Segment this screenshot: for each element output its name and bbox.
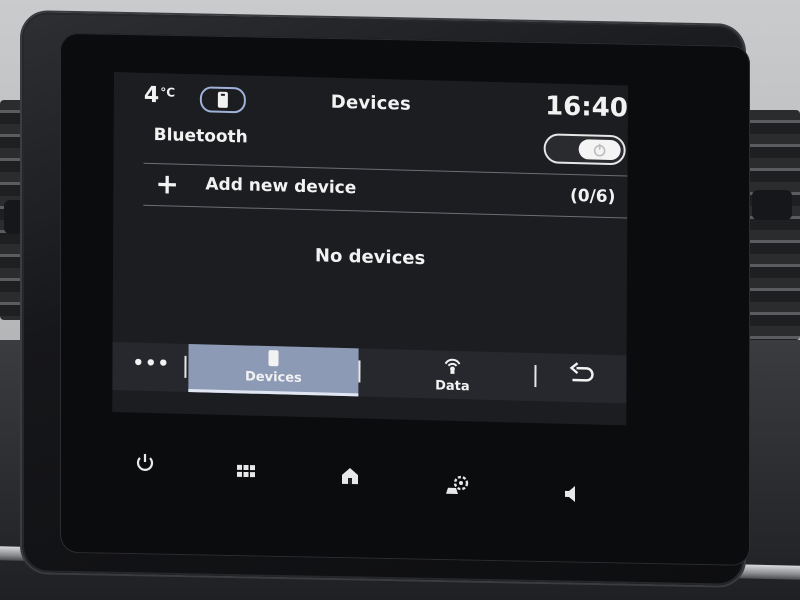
empty-list-message: No devices xyxy=(314,245,426,270)
add-device-row[interactable]: + Add new device (0/6) xyxy=(155,167,627,215)
power-icon xyxy=(593,143,606,157)
back-button[interactable] xyxy=(566,362,596,396)
tab-separator xyxy=(534,365,537,388)
tab-devices[interactable]: Devices xyxy=(188,343,359,397)
home-icon xyxy=(342,468,358,485)
volume-icon xyxy=(565,486,575,503)
bottom-tab-bar: ••• Devices Data xyxy=(112,341,627,404)
phone-icon xyxy=(268,350,279,367)
tab-label: Data xyxy=(435,378,470,395)
car-settings-button[interactable] xyxy=(444,474,472,504)
toggle-knob xyxy=(578,139,621,161)
tab-separator xyxy=(358,360,361,383)
apps-grid-icon xyxy=(237,464,255,478)
vent-tab xyxy=(752,190,792,220)
car-settings-icon xyxy=(446,475,469,494)
power-icon xyxy=(136,453,154,471)
bluetooth-label: Bluetooth xyxy=(153,125,248,148)
apps-button[interactable] xyxy=(236,460,256,484)
add-device-label: Add new device xyxy=(205,174,357,199)
back-arrow-icon xyxy=(569,362,594,382)
tab-separator xyxy=(184,355,187,378)
car-dashboard-photo: 4°C Devices 16:40 Bluetooth + Add new de… xyxy=(0,0,800,600)
power-button[interactable] xyxy=(134,452,156,479)
touchscreen: 4°C Devices 16:40 Bluetooth + Add new de… xyxy=(112,72,628,426)
device-count: (0/6) xyxy=(569,185,616,208)
tab-label: Devices xyxy=(244,369,302,386)
home-button[interactable] xyxy=(340,466,360,491)
tab-data[interactable]: Data xyxy=(412,350,492,400)
wireless-data-icon xyxy=(444,358,461,374)
plus-icon: + xyxy=(155,167,179,201)
volume-button[interactable] xyxy=(562,484,582,509)
clock: 16:40 xyxy=(545,91,628,124)
bluetooth-toggle[interactable] xyxy=(543,133,626,166)
more-menu-button[interactable]: ••• xyxy=(132,352,170,374)
